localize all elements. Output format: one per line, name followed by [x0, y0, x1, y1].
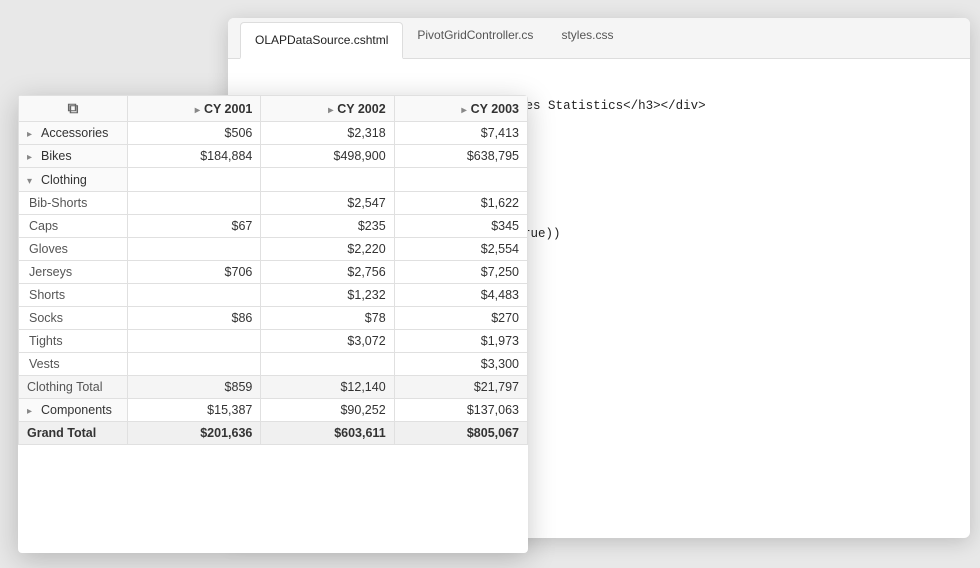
- table-row-grand-total: Grand Total $201,636 $603,611 $805,067: [19, 422, 528, 445]
- tab-olap[interactable]: OLAPDataSource.cshtml: [240, 22, 403, 59]
- col-header-2003: ▸CY 2003: [394, 96, 527, 122]
- col-header-2001: ▸CY 2001: [128, 96, 261, 122]
- table-row: ▸Bikes $184,884 $498,900 $638,795: [19, 145, 528, 168]
- col-header-2002: ▸CY 2002: [261, 96, 394, 122]
- table-row: Gloves $2,220 $2,554: [19, 238, 528, 261]
- table-row: Caps $67 $235 $345: [19, 215, 528, 238]
- pivot-table: ⧉ ▸CY 2001 ▸CY 2002 ▸CY 2003 ▸Accessorie…: [18, 95, 528, 445]
- tab-styles[interactable]: styles.css: [547, 18, 627, 59]
- table-row: Shorts $1,232 $4,483: [19, 284, 528, 307]
- pivot-panel: ⧉ ▸CY 2001 ▸CY 2002 ▸CY 2003 ▸Accessorie…: [18, 95, 528, 553]
- table-row: Jerseys $706 $2,756 $7,250: [19, 261, 528, 284]
- table-row: ▸Accessories $506 $2,318 $7,413: [19, 122, 528, 145]
- tab-pivot-controller[interactable]: PivotGridController.cs: [403, 18, 547, 59]
- table-row-clothing-total: Clothing Total $859 $12,140 $21,797: [19, 376, 528, 399]
- corner-cell: ⧉: [19, 96, 128, 122]
- table-row: Bib-Shorts $2,547 $1,622: [19, 192, 528, 215]
- corner-icon: ⧉: [27, 100, 119, 117]
- table-row: Tights $3,072 $1,973: [19, 330, 528, 353]
- table-row-clothing: ▾Clothing: [19, 168, 528, 192]
- table-row: Vests $3,300: [19, 353, 528, 376]
- code-tabs: OLAPDataSource.cshtml PivotGridControlle…: [228, 18, 970, 59]
- table-row: ▸Components $15,387 $90,252 $137,063: [19, 399, 528, 422]
- table-row: Socks $86 $78 $270: [19, 307, 528, 330]
